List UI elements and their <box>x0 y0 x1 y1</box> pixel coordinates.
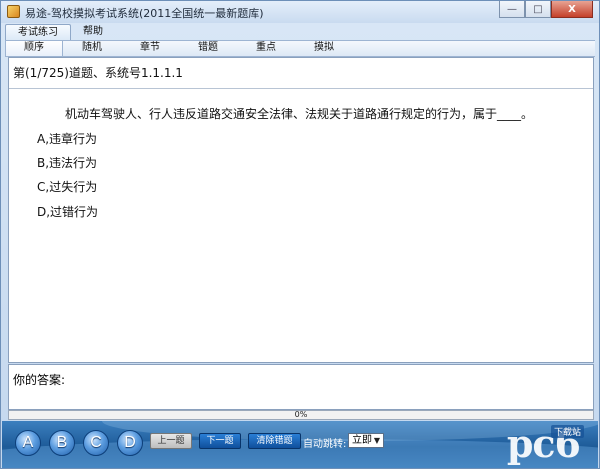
tab-chapter[interactable]: 章节 <box>121 41 179 56</box>
option-d[interactable]: D,过错行为 <box>37 203 98 220</box>
answer-c-button[interactable]: C <box>83 430 109 456</box>
answer-b-button[interactable]: B <box>49 430 75 456</box>
auto-jump-select[interactable]: 立即 ▼ <box>348 433 384 448</box>
chevron-down-icon: ▼ <box>373 436 380 445</box>
answer-label: 你的答案: <box>13 373 66 387</box>
progress-text: 0% <box>294 410 308 419</box>
question-panel: 第(1/725)道题、系统号1.1.1.1 机动车驾驶人、行人违反道路交通安全法… <box>8 57 594 363</box>
close-button[interactable]: X <box>551 1 593 18</box>
tab-random[interactable]: 随机 <box>63 41 121 56</box>
maximize-button[interactable]: □ <box>525 1 551 18</box>
tab-sequential[interactable]: 顺序 <box>5 41 63 56</box>
option-a[interactable]: A,违章行为 <box>37 130 97 147</box>
tab-key-points[interactable]: 重点 <box>237 41 295 56</box>
option-c[interactable]: C,过失行为 <box>37 178 97 195</box>
bottom-control-bar: A B C D 上一题 下一题 清除错题 自动跳转: 立即 ▼ pc6 下载站 <box>2 421 598 468</box>
practice-mode-bar: 顺序 随机 章节 错题 重点 摸拟 <box>5 40 595 57</box>
auto-jump-value: 立即 <box>352 435 372 446</box>
clear-wrong-button[interactable]: 清除错题 <box>248 433 301 449</box>
pc6-logo-sub: 下载站 <box>550 425 584 438</box>
menu-bar: 考试练习 帮助 <box>5 24 115 40</box>
tab-mock-exam[interactable]: 摸拟 <box>295 41 353 56</box>
app-window: 易途-驾校摸拟考试系统(2011全国统一最新题库) — □ X 考试练习 帮助 … <box>0 0 600 469</box>
answer-d-button[interactable]: D <box>117 430 143 456</box>
question-number: 第(1/725)道题、系统号1.1.1.1 <box>13 66 183 80</box>
progress-bar: 0% <box>8 410 594 420</box>
tab-wrong-questions[interactable]: 错题 <box>179 41 237 56</box>
divider <box>9 88 593 89</box>
answer-panel: 你的答案: <box>8 364 594 410</box>
window-title: 易途-驾校摸拟考试系统(2011全国统一最新题库) <box>25 7 264 20</box>
previous-question-button[interactable]: 上一题 <box>150 433 192 449</box>
window-controls: — □ X <box>499 1 593 19</box>
minimize-button[interactable]: — <box>499 1 525 18</box>
app-icon <box>7 5 20 18</box>
title-bar[interactable]: 易途-驾校摸拟考试系统(2011全国统一最新题库) — □ X <box>1 1 599 23</box>
question-text: 机动车驾驶人、行人违反道路交通安全法律、法规关于道路通行规定的行为，属于____… <box>65 107 534 121</box>
auto-jump-label: 自动跳转: <box>303 439 347 450</box>
option-b[interactable]: B,违法行为 <box>37 154 97 171</box>
next-question-button[interactable]: 下一题 <box>199 433 241 449</box>
answer-a-button[interactable]: A <box>15 430 41 456</box>
menu-exam-practice[interactable]: 考试练习 <box>5 24 71 40</box>
menu-help[interactable]: 帮助 <box>71 24 115 40</box>
